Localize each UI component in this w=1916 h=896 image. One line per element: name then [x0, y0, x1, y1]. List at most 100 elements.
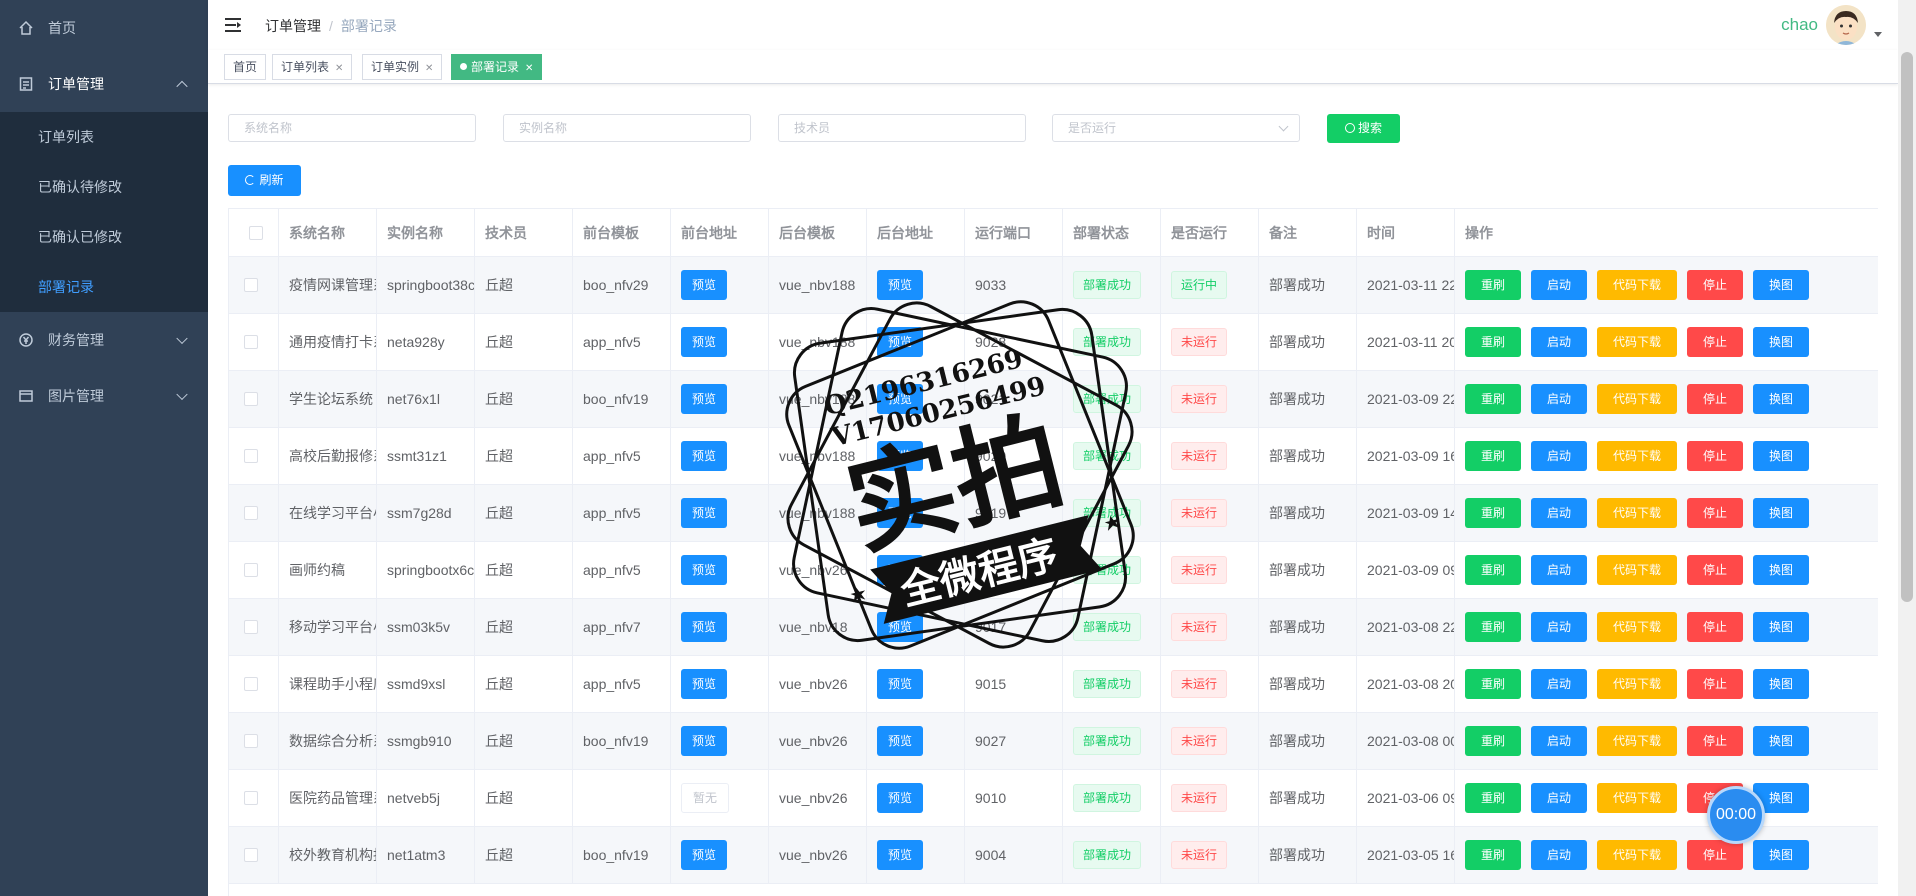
- code-download-button[interactable]: 代码下载: [1597, 384, 1677, 414]
- back-preview-button[interactable]: 预览: [877, 669, 924, 699]
- back-preview-button[interactable]: 预览: [877, 327, 924, 357]
- avatar[interactable]: [1826, 5, 1866, 45]
- instance-name-input[interactable]: 实例名称: [503, 114, 751, 142]
- code-download-button[interactable]: 代码下载: [1597, 555, 1677, 585]
- change-image-button[interactable]: 换图: [1753, 726, 1809, 756]
- tag-home[interactable]: 首页: [224, 54, 267, 80]
- change-image-button[interactable]: 换图: [1753, 498, 1809, 528]
- code-download-button[interactable]: 代码下载: [1597, 840, 1677, 870]
- row-checkbox[interactable]: [244, 620, 258, 634]
- close-icon[interactable]: ✕: [425, 63, 433, 74]
- start-button[interactable]: 启动: [1531, 327, 1587, 357]
- front-preview-button[interactable]: 预览: [681, 384, 728, 414]
- running-select[interactable]: 是否运行: [1052, 114, 1300, 142]
- row-checkbox[interactable]: [244, 335, 258, 349]
- sidebar-item-order-list[interactable]: 订单列表: [0, 112, 208, 162]
- sidebar-item-order-mgmt[interactable]: 订单管理: [0, 56, 208, 112]
- reflush-button[interactable]: 重刷: [1465, 327, 1521, 357]
- change-image-button[interactable]: 换图: [1753, 327, 1809, 357]
- change-image-button[interactable]: 换图: [1753, 669, 1809, 699]
- reflush-button[interactable]: 重刷: [1465, 612, 1521, 642]
- back-preview-button[interactable]: 预览: [877, 384, 924, 414]
- stop-button[interactable]: 停止: [1687, 441, 1743, 471]
- back-preview-button[interactable]: 预览: [877, 441, 924, 471]
- code-download-button[interactable]: 代码下载: [1597, 270, 1677, 300]
- start-button[interactable]: 启动: [1531, 840, 1587, 870]
- sidebar-item-image-mgmt[interactable]: 图片管理: [0, 368, 208, 424]
- row-checkbox[interactable]: [244, 278, 258, 292]
- stop-button[interactable]: 停止: [1687, 555, 1743, 585]
- change-image-button[interactable]: 换图: [1753, 555, 1809, 585]
- back-preview-button[interactable]: 预览: [877, 783, 924, 813]
- start-button[interactable]: 启动: [1531, 612, 1587, 642]
- reflush-button[interactable]: 重刷: [1465, 441, 1521, 471]
- reflush-button[interactable]: 重刷: [1465, 783, 1521, 813]
- front-preview-button[interactable]: 预览: [681, 498, 728, 528]
- start-button[interactable]: 启动: [1531, 498, 1587, 528]
- breadcrumb-item[interactable]: 订单管理: [265, 18, 321, 34]
- row-checkbox[interactable]: [244, 392, 258, 406]
- page-scrollbar[interactable]: [1898, 0, 1916, 896]
- code-download-button[interactable]: 代码下载: [1597, 669, 1677, 699]
- back-preview-button[interactable]: 预览: [877, 555, 924, 585]
- front-preview-button[interactable]: 预览: [681, 669, 728, 699]
- start-button[interactable]: 启动: [1531, 441, 1587, 471]
- row-checkbox[interactable]: [244, 563, 258, 577]
- back-preview-button[interactable]: 预览: [877, 840, 924, 870]
- back-preview-button[interactable]: 预览: [877, 612, 924, 642]
- stop-button[interactable]: 停止: [1687, 726, 1743, 756]
- tag-deploy-records[interactable]: 部署记录 ✕: [451, 54, 543, 80]
- start-button[interactable]: 启动: [1531, 270, 1587, 300]
- code-download-button[interactable]: 代码下载: [1597, 327, 1677, 357]
- front-preview-button[interactable]: 预览: [681, 555, 728, 585]
- change-image-button[interactable]: 换图: [1753, 441, 1809, 471]
- tag-order-instance[interactable]: 订单实例 ✕: [362, 54, 443, 80]
- stop-button[interactable]: 停止: [1687, 327, 1743, 357]
- back-preview-button[interactable]: 预览: [877, 726, 924, 756]
- stop-button[interactable]: 停止: [1687, 384, 1743, 414]
- sidebar-item-finance[interactable]: 财务管理: [0, 312, 208, 368]
- reflush-button[interactable]: 重刷: [1465, 840, 1521, 870]
- stop-button[interactable]: 停止: [1687, 669, 1743, 699]
- row-checkbox[interactable]: [244, 734, 258, 748]
- reflush-button[interactable]: 重刷: [1465, 498, 1521, 528]
- close-icon[interactable]: ✕: [335, 63, 343, 74]
- change-image-button[interactable]: 换图: [1753, 612, 1809, 642]
- front-preview-button[interactable]: 预览: [681, 270, 728, 300]
- code-download-button[interactable]: 代码下载: [1597, 441, 1677, 471]
- front-preview-button[interactable]: 预览: [681, 441, 728, 471]
- technician-input[interactable]: 技术员: [778, 114, 1026, 142]
- recording-timer[interactable]: 00:00: [1707, 786, 1765, 844]
- sidebar-item-home[interactable]: 首页: [0, 0, 208, 56]
- hamburger-icon[interactable]: [224, 16, 242, 34]
- reflush-button[interactable]: 重刷: [1465, 555, 1521, 585]
- stop-button[interactable]: 停止: [1687, 612, 1743, 642]
- change-image-button[interactable]: 换图: [1753, 270, 1809, 300]
- user-menu[interactable]: chao: [1781, 5, 1882, 45]
- refresh-button[interactable]: 刷新: [228, 165, 301, 196]
- stop-button[interactable]: 停止: [1687, 270, 1743, 300]
- start-button[interactable]: 启动: [1531, 384, 1587, 414]
- front-preview-button[interactable]: 预览: [681, 327, 728, 357]
- scrollbar-thumb[interactable]: [1901, 52, 1913, 602]
- search-button[interactable]: 搜索: [1327, 114, 1400, 143]
- row-checkbox[interactable]: [244, 677, 258, 691]
- start-button[interactable]: 启动: [1531, 669, 1587, 699]
- start-button[interactable]: 启动: [1531, 783, 1587, 813]
- code-download-button[interactable]: 代码下载: [1597, 612, 1677, 642]
- reflush-button[interactable]: 重刷: [1465, 669, 1521, 699]
- select-all-checkbox[interactable]: [249, 225, 263, 240]
- row-checkbox[interactable]: [244, 449, 258, 463]
- code-download-button[interactable]: 代码下载: [1597, 498, 1677, 528]
- sidebar-item-deploy-records[interactable]: 部署记录: [0, 262, 208, 312]
- sidebar-item-confirmed-pending[interactable]: 已确认待修改: [0, 162, 208, 212]
- back-preview-button[interactable]: 预览: [877, 498, 924, 528]
- back-preview-button[interactable]: 预览: [877, 270, 924, 300]
- code-download-button[interactable]: 代码下载: [1597, 726, 1677, 756]
- start-button[interactable]: 启动: [1531, 555, 1587, 585]
- reflush-button[interactable]: 重刷: [1465, 270, 1521, 300]
- row-checkbox[interactable]: [244, 791, 258, 805]
- stop-button[interactable]: 停止: [1687, 840, 1743, 870]
- system-name-input[interactable]: 系统名称: [228, 114, 476, 142]
- row-checkbox[interactable]: [244, 506, 258, 520]
